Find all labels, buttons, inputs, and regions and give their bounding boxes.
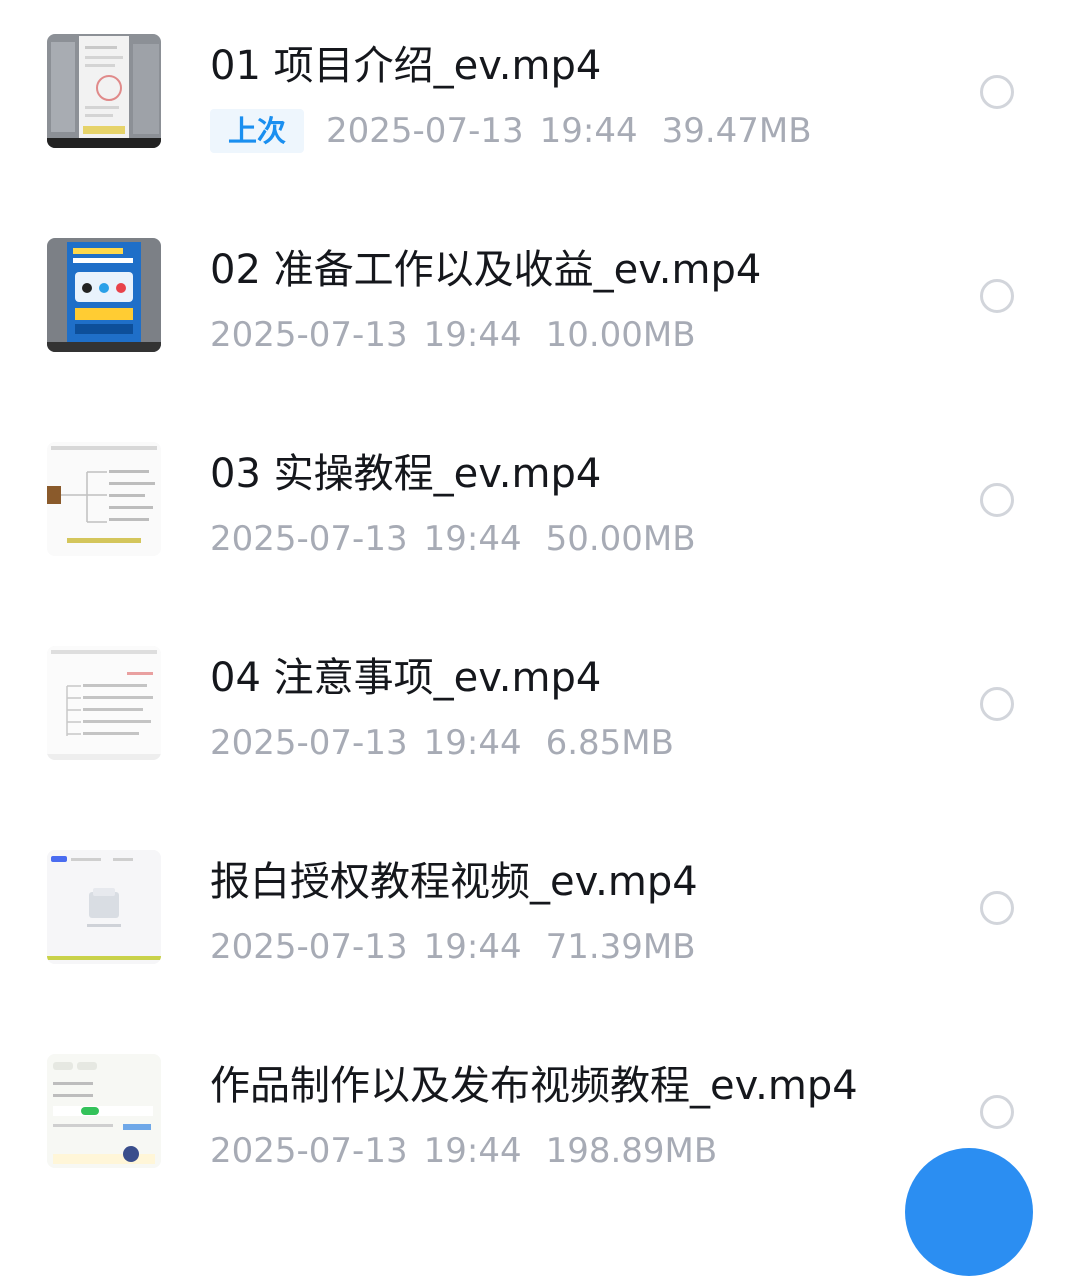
file-size: 50.00MB <box>545 519 696 559</box>
file-row[interactable]: 04 注意事项_ev.mp4 2025-07-13 19:44 6.85MB <box>0 646 1080 836</box>
file-name: 作品制作以及发布视频教程_ev.mp4 <box>210 1063 858 1109</box>
file-date: 2025-07-13 <box>210 1131 408 1171</box>
video-thumbnail-icon <box>47 1054 161 1168</box>
video-thumbnail-icon <box>47 646 161 760</box>
file-date: 2025-07-13 <box>210 927 408 967</box>
file-meta: 2025-07-13 19:44 198.89MB <box>210 1126 717 1176</box>
file-time: 19:44 <box>423 519 522 559</box>
file-time: 19:44 <box>423 1131 522 1171</box>
file-time: 19:44 <box>539 111 638 151</box>
file-meta: 2025-07-13 19:44 6.85MB <box>210 718 674 768</box>
file-row[interactable]: 01 项目介绍_ev.mp4 上次 2025-07-13 19:44 39.47… <box>0 34 1080 224</box>
file-meta: 上次 2025-07-13 19:44 39.47MB <box>210 106 812 156</box>
file-meta: 2025-07-13 19:44 10.00MB <box>210 310 696 360</box>
file-time: 19:44 <box>423 927 522 967</box>
file-name: 报白授权教程视频_ev.mp4 <box>210 859 698 905</box>
floating-action-button[interactable] <box>905 1148 1033 1276</box>
file-size: 39.47MB <box>661 111 812 151</box>
select-radio[interactable] <box>980 687 1014 721</box>
video-thumbnail-icon <box>47 850 161 964</box>
file-size: 198.89MB <box>545 1131 718 1171</box>
file-meta: 2025-07-13 19:44 50.00MB <box>210 514 696 564</box>
file-name: 04 注意事项_ev.mp4 <box>210 655 602 701</box>
last-opened-badge: 上次 <box>210 109 305 153</box>
file-time: 19:44 <box>423 315 522 355</box>
select-radio[interactable] <box>980 75 1014 109</box>
video-thumbnail-icon <box>47 442 161 556</box>
file-name: 02 准备工作以及收益_ev.mp4 <box>210 247 762 293</box>
file-meta: 2025-07-13 19:44 71.39MB <box>210 922 696 972</box>
file-list: 01 项目介绍_ev.mp4 上次 2025-07-13 19:44 39.47… <box>0 0 1080 1180</box>
file-size: 10.00MB <box>545 315 696 355</box>
select-radio[interactable] <box>980 279 1014 313</box>
file-size: 71.39MB <box>545 927 696 967</box>
file-date: 2025-07-13 <box>210 723 408 763</box>
select-radio[interactable] <box>980 891 1014 925</box>
file-date: 2025-07-13 <box>326 111 524 151</box>
file-row[interactable]: 03 实操教程_ev.mp4 2025-07-13 19:44 50.00MB <box>0 442 1080 632</box>
select-radio[interactable] <box>980 483 1014 517</box>
select-radio[interactable] <box>980 1095 1014 1129</box>
file-time: 19:44 <box>423 723 522 763</box>
file-size: 6.85MB <box>545 723 674 763</box>
file-row[interactable]: 报白授权教程视频_ev.mp4 2025-07-13 19:44 71.39MB <box>0 850 1080 1040</box>
video-thumbnail-icon <box>47 238 161 352</box>
video-thumbnail-icon <box>47 34 161 148</box>
file-name: 03 实操教程_ev.mp4 <box>210 451 602 497</box>
file-row[interactable]: 02 准备工作以及收益_ev.mp4 2025-07-13 19:44 10.0… <box>0 238 1080 428</box>
file-date: 2025-07-13 <box>210 519 408 559</box>
file-name: 01 项目介绍_ev.mp4 <box>210 43 602 89</box>
file-date: 2025-07-13 <box>210 315 408 355</box>
